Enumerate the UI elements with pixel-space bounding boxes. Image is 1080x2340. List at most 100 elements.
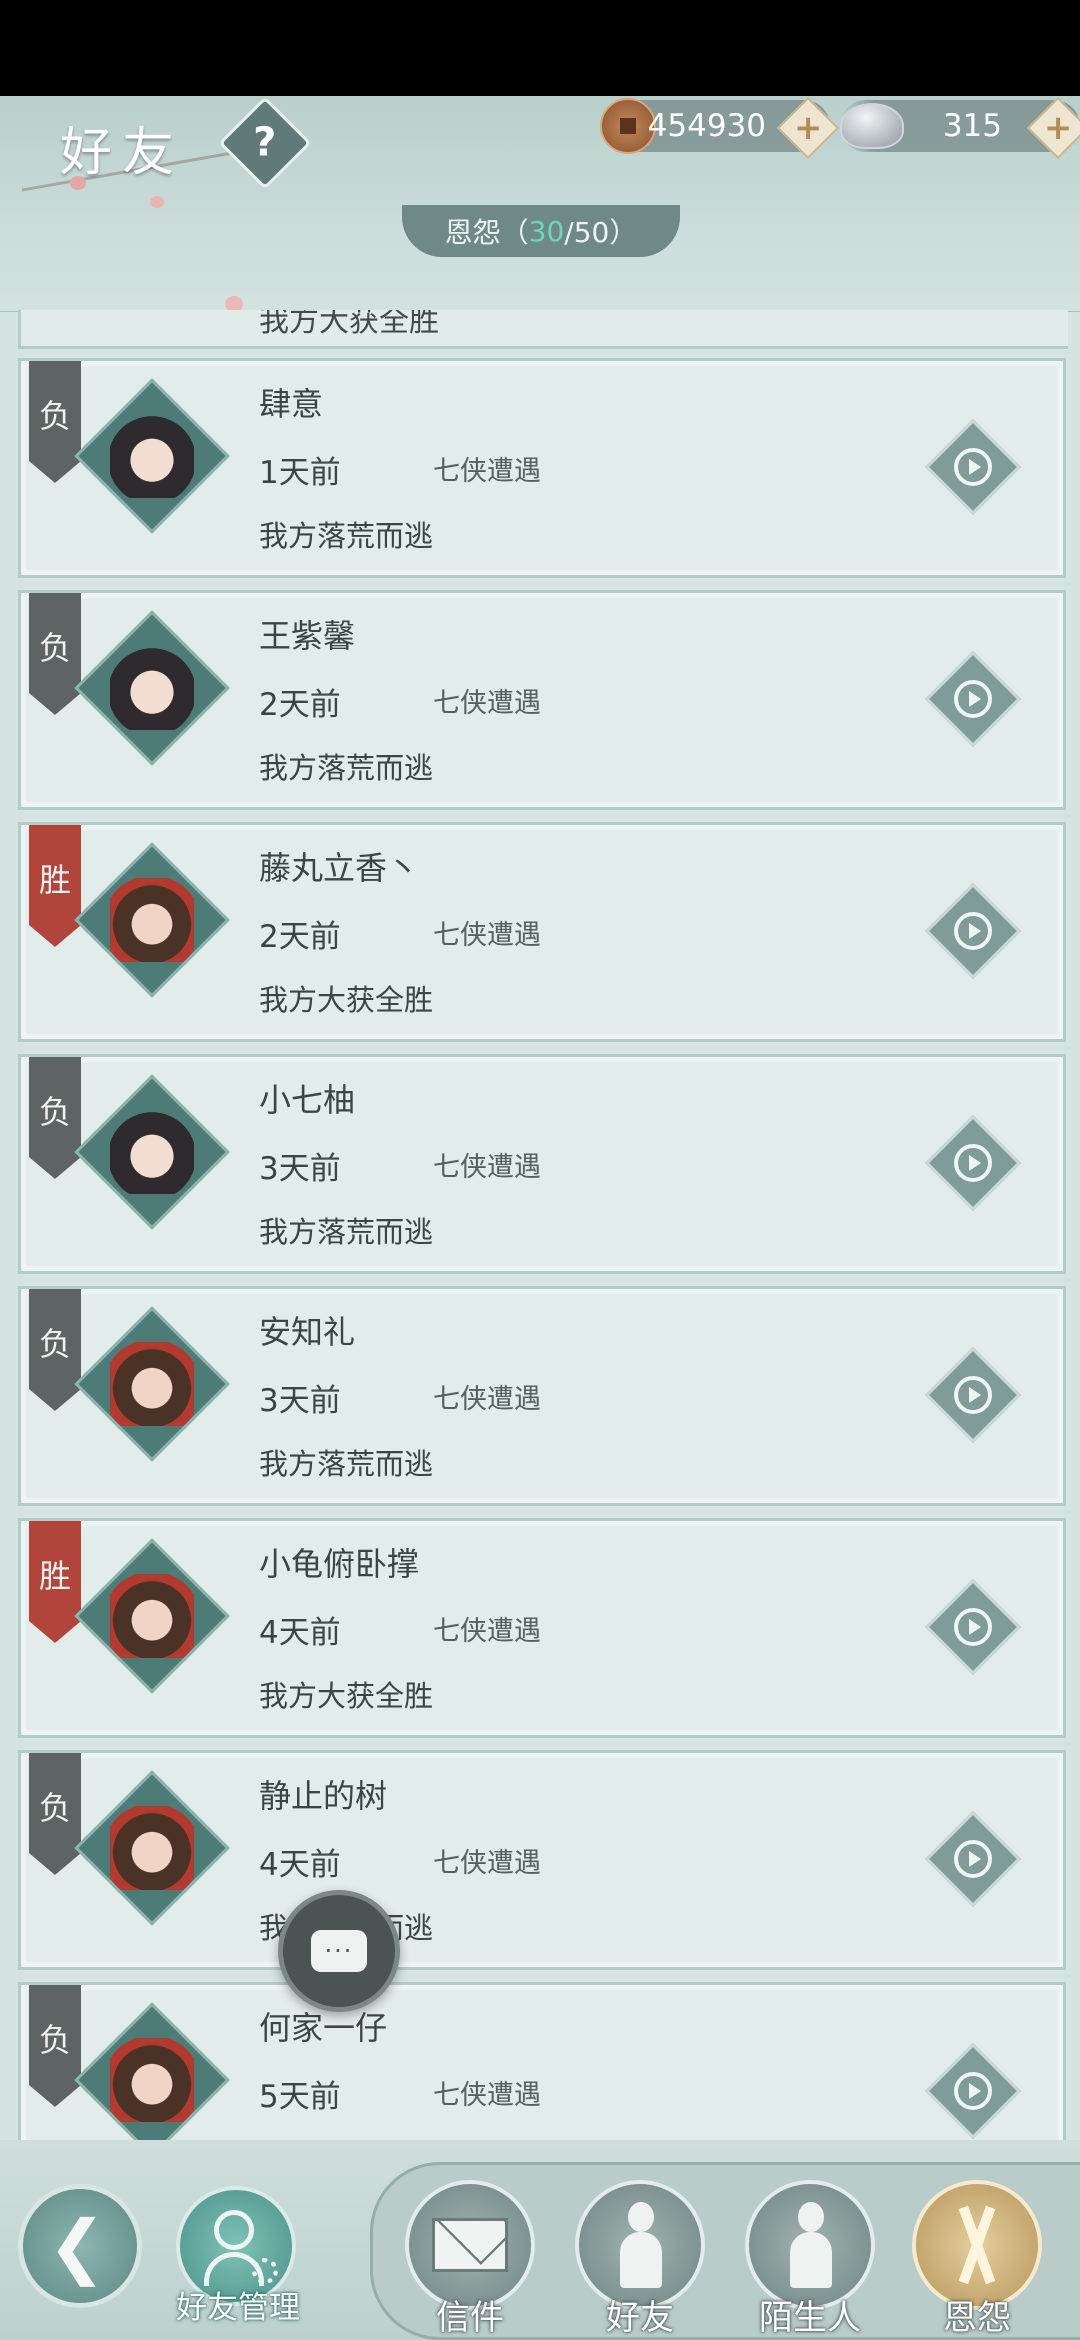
list-item: 负 肆意 1天前 七侠遭遇我方落荒而逃 [18,358,1066,578]
copper-currency: 454930 + [600,96,840,160]
replay-icon [954,1376,992,1414]
replay-button[interactable] [924,2042,1022,2140]
replay-button[interactable] [924,1578,1022,1676]
avatar-portrait [110,414,194,498]
replay-button[interactable] [924,1810,1022,1908]
tab-mail-label: 信件 [436,2298,504,2338]
gear-icon [252,2258,278,2284]
blossom-decoration [150,196,164,208]
tab-open-paren: （ [500,216,529,249]
status-bar [0,0,1080,96]
question-mark-icon: ? [253,119,277,166]
chat-bubble-icon: ··· [311,1930,367,1972]
tab-friends-label: 好友 [606,2298,674,2338]
person-icon [620,2202,662,2288]
avatar-portrait [110,646,194,730]
player-name: 小七柚 [259,1081,356,1119]
tab-strangers-label: 陌生人 [759,2298,861,2338]
avatar[interactable] [74,1538,230,1694]
tab-label: 恩怨 [444,216,501,249]
tab-enmity-label: 恩怨 [943,2298,1011,2338]
silver-ingot-icon [840,103,904,149]
result-badge: 负 [29,1289,81,1411]
result-badge: 负 [29,1985,81,2107]
silver-amount: 315 [942,108,1002,144]
record-mode: 七侠遭遇 [433,1616,541,1647]
enmity-count-tab: 恩怨 （ 30 /50） [402,205,680,257]
avatar-portrait [110,1806,194,1890]
result-badge: 负 [29,1753,81,1875]
avatar[interactable] [74,610,230,766]
replay-button[interactable] [924,418,1022,516]
list-item: 负何家一仔 5天前 七侠遭遇 [18,1982,1066,2140]
list-item: 负 小七柚 3天前 七侠遭遇我方落荒而逃 [18,1054,1066,1274]
replay-button[interactable] [924,1114,1022,1212]
avatar-portrait [110,1110,194,1194]
avatar[interactable] [74,378,230,534]
record-mode: 七侠遭遇 [433,1848,541,1879]
avatar-portrait [110,2038,194,2122]
result-badge: 负 [29,361,81,483]
record-result: 我方大获全胜 [259,983,434,1017]
replay-icon [954,1608,992,1646]
avatar-portrait [110,878,194,962]
replay-icon [954,2072,992,2110]
list-item: 负 安知礼 3天前 七侠遭遇 我方落荒而逃 [18,1286,1066,1506]
avatar[interactable] [74,2002,230,2140]
list-item-partial: 我方大获全胜 [18,310,1068,349]
record-result: 我方大获全胜 [259,310,439,339]
crossed-swords-icon [942,2205,1012,2285]
record-time: 4天前 [259,1615,341,1651]
silver-currency: 315 + [840,96,1080,160]
record-result: 我方落荒而逃 [259,1215,434,1249]
list-item: 负 王紫馨 2天前 七侠遭遇 我方落荒而逃 [18,590,1066,810]
person-icon [790,2202,832,2288]
result-badge: 负 [29,1057,81,1179]
record-mode: 七侠遭遇 [433,688,541,719]
record-result: 我方落荒而逃 [259,1447,434,1481]
player-name: 藤丸立香丶 [259,849,420,887]
record-time: 2天前 [259,919,341,955]
player-name: 小龟俯卧撑 [259,1545,420,1583]
avatar[interactable] [74,842,230,998]
result-badge: 负 [29,593,81,715]
replay-icon [954,680,992,718]
result-badge: 胜 [29,825,81,947]
plus-icon: + [1043,108,1073,148]
page-title: 好友 [60,123,185,183]
record-mode: 七侠遭遇 [433,1384,541,1415]
chat-float-button[interactable]: ··· [278,1890,400,2012]
result-badge: 胜 [29,1521,81,1643]
avatar[interactable] [74,1074,230,1230]
record-time: 3天前 [259,1151,341,1187]
copper-amount: 454930 [647,108,766,144]
record-mode: 七侠遭遇 [433,456,541,487]
record-result: 我方大获全胜 [259,1679,434,1713]
replay-icon [954,1144,992,1182]
record-mode: 七侠遭遇 [433,920,541,951]
record-mode: 七侠遭遇 [433,2080,541,2111]
record-mode: 七侠遭遇 [433,1152,541,1183]
record-time: 1天前 [259,455,341,491]
envelope-icon [432,2218,508,2272]
back-arrow-icon: ❮ [47,2205,107,2287]
person-gear-icon [214,2210,254,2250]
back-button[interactable]: ❮ [18,2184,142,2308]
player-name: 肆意 [259,385,324,423]
record-time: 4天前 [259,1847,341,1883]
player-name: 静止的树 [259,1777,388,1815]
list-item: 负静止的树4天前七侠遭遇我方落荒而逃 [18,1750,1066,1970]
friend-manage-label: 好友管理 [176,2290,300,2326]
record-list[interactable]: 我方大获全胜 负肆意 1天前 七侠遭遇 我方落荒而逃负王紫馨 2天前 七侠遭遇 我方落荒而逃… [18,310,1068,2140]
replay-icon [954,912,992,950]
avatar[interactable] [74,1306,230,1462]
replay-button[interactable] [924,1346,1022,1444]
avatar[interactable] [74,1770,230,1926]
replay-icon [954,448,992,486]
list-item: 胜 小龟俯卧撑 4天前 七侠遭遇我方大获全胜 [18,1518,1066,1738]
record-time: 5天前 [259,2079,341,2115]
record-time: 3天前 [259,1383,341,1419]
record-result: 我方落荒而逃 [259,519,434,553]
replay-button[interactable] [924,650,1022,748]
replay-button[interactable] [924,882,1022,980]
